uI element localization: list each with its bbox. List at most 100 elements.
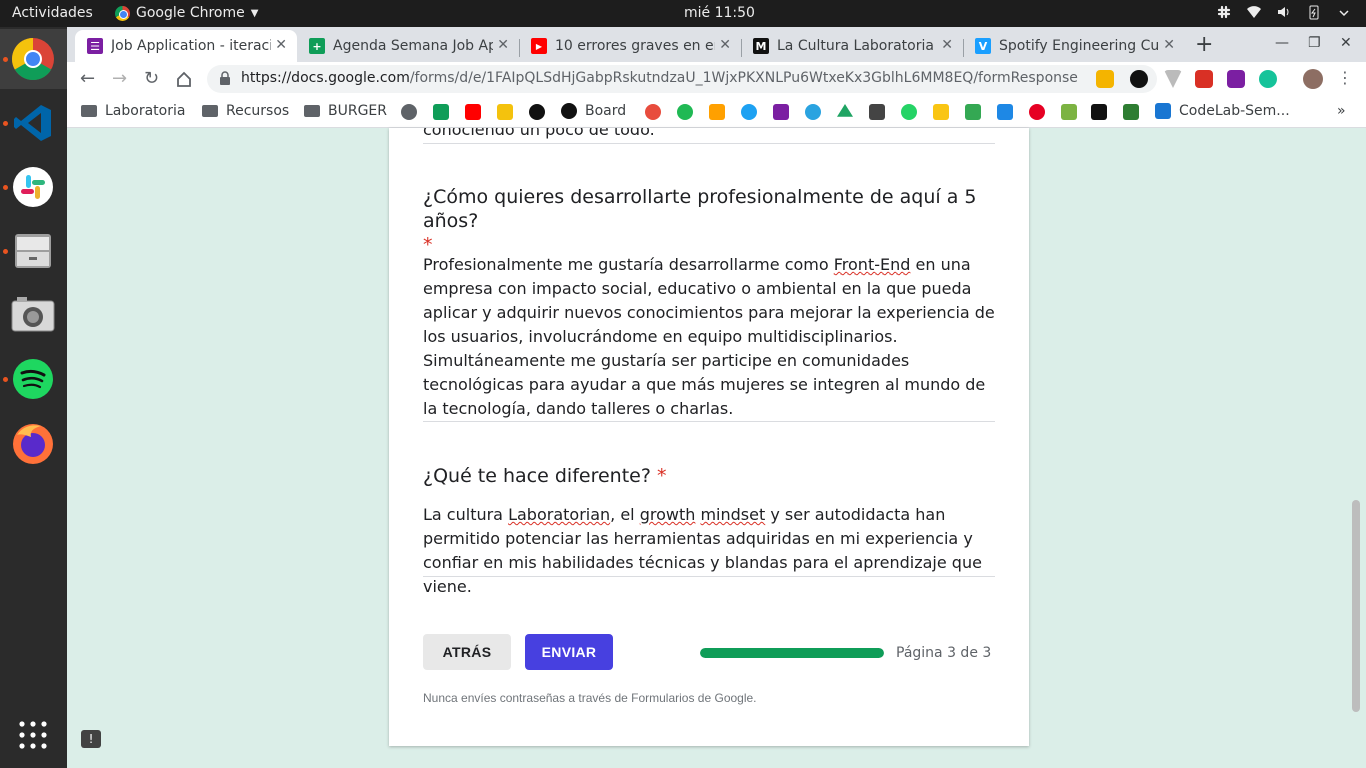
- tab-agenda[interactable]: + Agenda Semana Job Application ✕: [297, 30, 519, 62]
- extension-purple-icon[interactable]: [1227, 70, 1245, 88]
- page-scrollbar[interactable]: [1352, 500, 1360, 712]
- twitter-icon[interactable]: [741, 104, 757, 120]
- dock-camera[interactable]: [10, 292, 56, 338]
- extension-vue-icon[interactable]: [1164, 70, 1182, 88]
- reload-icon[interactable]: ↻: [144, 68, 159, 89]
- submit-button[interactable]: ENVIAR: [525, 634, 613, 670]
- green-m-icon[interactable]: [1123, 104, 1139, 120]
- tab-title: La Cultura Laboratoria: [777, 38, 934, 54]
- close-icon[interactable]: ✕: [1163, 37, 1175, 53]
- green-diamond-icon[interactable]: [1061, 104, 1077, 120]
- bookmark-folder-burger[interactable]: BURGER: [304, 103, 387, 119]
- chrome-icon: [115, 5, 130, 21]
- google-drive-icon[interactable]: [837, 104, 853, 117]
- dock-slack[interactable]: [10, 164, 56, 210]
- answer-textarea[interactable]: Profesionalmente me gustaría desarrollar…: [423, 253, 995, 421]
- google-forms-icon[interactable]: [773, 104, 789, 120]
- close-window-button[interactable]: ✕: [1340, 35, 1352, 51]
- tab-youtube[interactable]: ▶ 10 errores graves en entrevistas ✕: [519, 30, 741, 62]
- bookmark-folder-laboratoria[interactable]: Laboratoria: [81, 103, 185, 119]
- folder-icon: [81, 105, 97, 117]
- codepen-yellow-icon[interactable]: [497, 104, 513, 120]
- folder-icon: [202, 105, 218, 117]
- tab-spotify-engineering[interactable]: V Spotify Engineering Culture ✕: [963, 30, 1185, 62]
- tab-medium[interactable]: M La Cultura Laboratoria ✕: [741, 30, 963, 62]
- activities-button[interactable]: Actividades: [12, 5, 93, 21]
- tab-job-application[interactable]: ☰ Job Application - iteración ✕: [75, 30, 297, 62]
- new-tab-button[interactable]: +: [1195, 32, 1213, 57]
- power-menu-icon[interactable]: [1336, 4, 1352, 20]
- minimize-button[interactable]: —: [1275, 35, 1289, 51]
- google-forms-icon: ☰: [87, 38, 103, 54]
- profile-avatar[interactable]: [1303, 69, 1323, 89]
- close-icon[interactable]: ✕: [275, 37, 287, 53]
- app-menu-label: Google Chrome: [136, 5, 245, 21]
- address-bar[interactable]: https://docs.google.com/forms/d/e/1FAIpQ…: [207, 65, 1157, 93]
- home-icon[interactable]: [175, 70, 193, 88]
- clock[interactable]: mié 11:50: [684, 5, 755, 21]
- maximize-button[interactable]: ❐: [1308, 35, 1321, 51]
- close-icon[interactable]: ✕: [719, 37, 731, 53]
- whatsapp-icon[interactable]: [901, 104, 917, 120]
- ubuntu-dock: [0, 27, 67, 768]
- battery-icon: [1309, 5, 1319, 20]
- dock-firefox[interactable]: [10, 420, 56, 466]
- feedback-icon[interactable]: !: [81, 730, 101, 748]
- bookmark-folder-recursos[interactable]: Recursos: [202, 103, 289, 119]
- dock-vscode[interactable]: [10, 100, 56, 146]
- bookmark-board[interactable]: Board: [561, 103, 626, 119]
- volume-icon: [1278, 7, 1289, 17]
- close-icon[interactable]: ✕: [497, 37, 509, 53]
- codepen-icon[interactable]: [869, 104, 885, 120]
- answer-text: Simultáneamente me gustaría ser particip…: [423, 351, 986, 418]
- pinterest-icon[interactable]: [1029, 104, 1045, 120]
- running-indicator: [3, 121, 8, 126]
- medium-icon: M: [753, 38, 769, 54]
- tab-title: Spotify Engineering Culture: [999, 38, 1159, 54]
- bookmark-label: BURGER: [328, 103, 388, 119]
- google-maps-icon[interactable]: [965, 104, 981, 120]
- slack-tray-icon[interactable]: [1216, 4, 1232, 20]
- system-tray[interactable]: [1216, 4, 1352, 20]
- blue-m-icon[interactable]: [997, 104, 1013, 120]
- extension-color-picker-icon[interactable]: [1130, 70, 1148, 88]
- file-cabinet-icon: [15, 234, 51, 268]
- question-text: ¿Qué te hace diferente?: [423, 465, 651, 487]
- app-menu[interactable]: Google Chrome ▼: [115, 5, 258, 21]
- bookmarks-overflow-icon[interactable]: »: [1337, 103, 1346, 119]
- menu-kebab-icon[interactable]: ⋮: [1337, 68, 1353, 87]
- forward-arrow-icon[interactable]: →: [112, 68, 127, 89]
- extension-gmail-icon[interactable]: [1195, 70, 1213, 88]
- firebase-icon[interactable]: [709, 104, 725, 120]
- bookmark-codelab[interactable]: CodeLab-Sem...: [1155, 103, 1290, 119]
- telegram-icon[interactable]: [805, 104, 821, 120]
- yellow-note-icon[interactable]: [933, 104, 949, 120]
- dock-files[interactable]: [10, 228, 56, 274]
- globe-icon[interactable]: [401, 104, 417, 120]
- asana-icon[interactable]: [645, 104, 661, 120]
- youtube-icon[interactable]: [465, 104, 481, 120]
- extension-logi-icon[interactable]: [1096, 70, 1114, 88]
- extension-grammarly-icon[interactable]: [1259, 70, 1277, 88]
- running-indicator: [3, 185, 8, 190]
- slack-icon: [13, 167, 53, 207]
- back-arrow-icon[interactable]: ←: [80, 68, 95, 89]
- answer-text: Profesionalmente me gustaría desarrollar…: [423, 255, 834, 274]
- dock-spotify[interactable]: [10, 356, 56, 402]
- back-button[interactable]: ATRÁS: [423, 634, 511, 670]
- lock-icon[interactable]: [219, 71, 231, 85]
- show-applications-button[interactable]: [10, 712, 56, 758]
- google-sheets-icon[interactable]: [433, 104, 449, 120]
- green-s-icon[interactable]: [677, 104, 693, 120]
- url-text[interactable]: https://docs.google.com/forms/d/e/1FAIpQ…: [241, 70, 1078, 86]
- answer-textarea[interactable]: La cultura Laboratorian, el growth minds…: [423, 503, 995, 599]
- running-indicator: [3, 249, 8, 254]
- close-icon[interactable]: ✕: [941, 37, 953, 53]
- folder-icon: [304, 105, 320, 117]
- answer-text: , el: [610, 505, 640, 524]
- wifi-icon: [1247, 6, 1261, 18]
- question-text: ¿Cómo quieres desarrollarte profesionalm…: [423, 186, 977, 232]
- medium-icon[interactable]: [1091, 104, 1107, 120]
- github-icon[interactable]: [529, 104, 545, 120]
- dock-chrome[interactable]: [10, 36, 56, 82]
